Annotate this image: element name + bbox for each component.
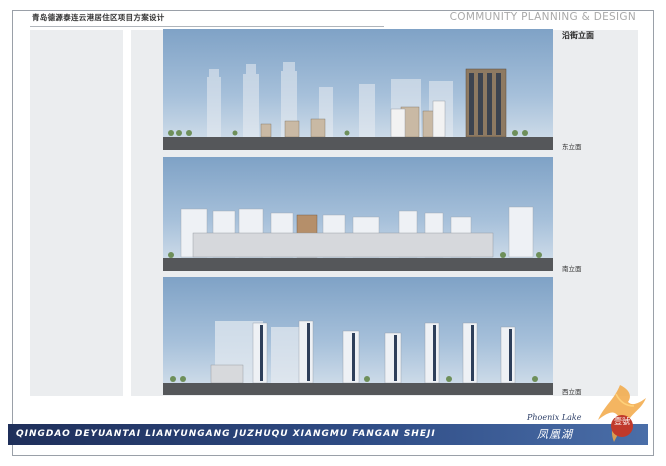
caption-west: 西立面 bbox=[562, 388, 582, 396]
elevation-west-drawing bbox=[163, 320, 553, 395]
elevation-south bbox=[163, 157, 553, 271]
footer-pinyin: QINGDAO DEYUANTAI LIANYUNGANG JUZHUQU XI… bbox=[16, 429, 436, 439]
left-panel bbox=[30, 30, 123, 396]
sheet-frame: 青岛德源泰连云港居住区项目方案设计 COMMUNITY PLANNING & D… bbox=[0, 0, 666, 466]
elevation-west bbox=[163, 277, 553, 395]
caption-east: 东立面 bbox=[562, 143, 582, 151]
elevation-east-drawing bbox=[163, 62, 553, 150]
elevation-east bbox=[163, 29, 553, 150]
title-bar: 青岛德源泰连云港居住区项目方案设计 bbox=[30, 12, 384, 27]
caption-south: 南立面 bbox=[562, 265, 582, 273]
phoenix-logo-icon: 壹號 bbox=[598, 385, 646, 442]
phoenix-lake-cn: 凤凰湖 bbox=[537, 428, 573, 441]
sheet-heading: 沿街立面 bbox=[562, 30, 594, 40]
brand-label: COMMUNITY PLANNING & DESIGN bbox=[449, 11, 636, 23]
elevation-south-drawing bbox=[163, 206, 553, 271]
phoenix-lake-label: Phoenix Lake bbox=[527, 413, 582, 422]
seal-text: 壹號 bbox=[614, 416, 630, 426]
project-title: 青岛德源泰连云港居住区项目方案设计 bbox=[32, 13, 165, 22]
